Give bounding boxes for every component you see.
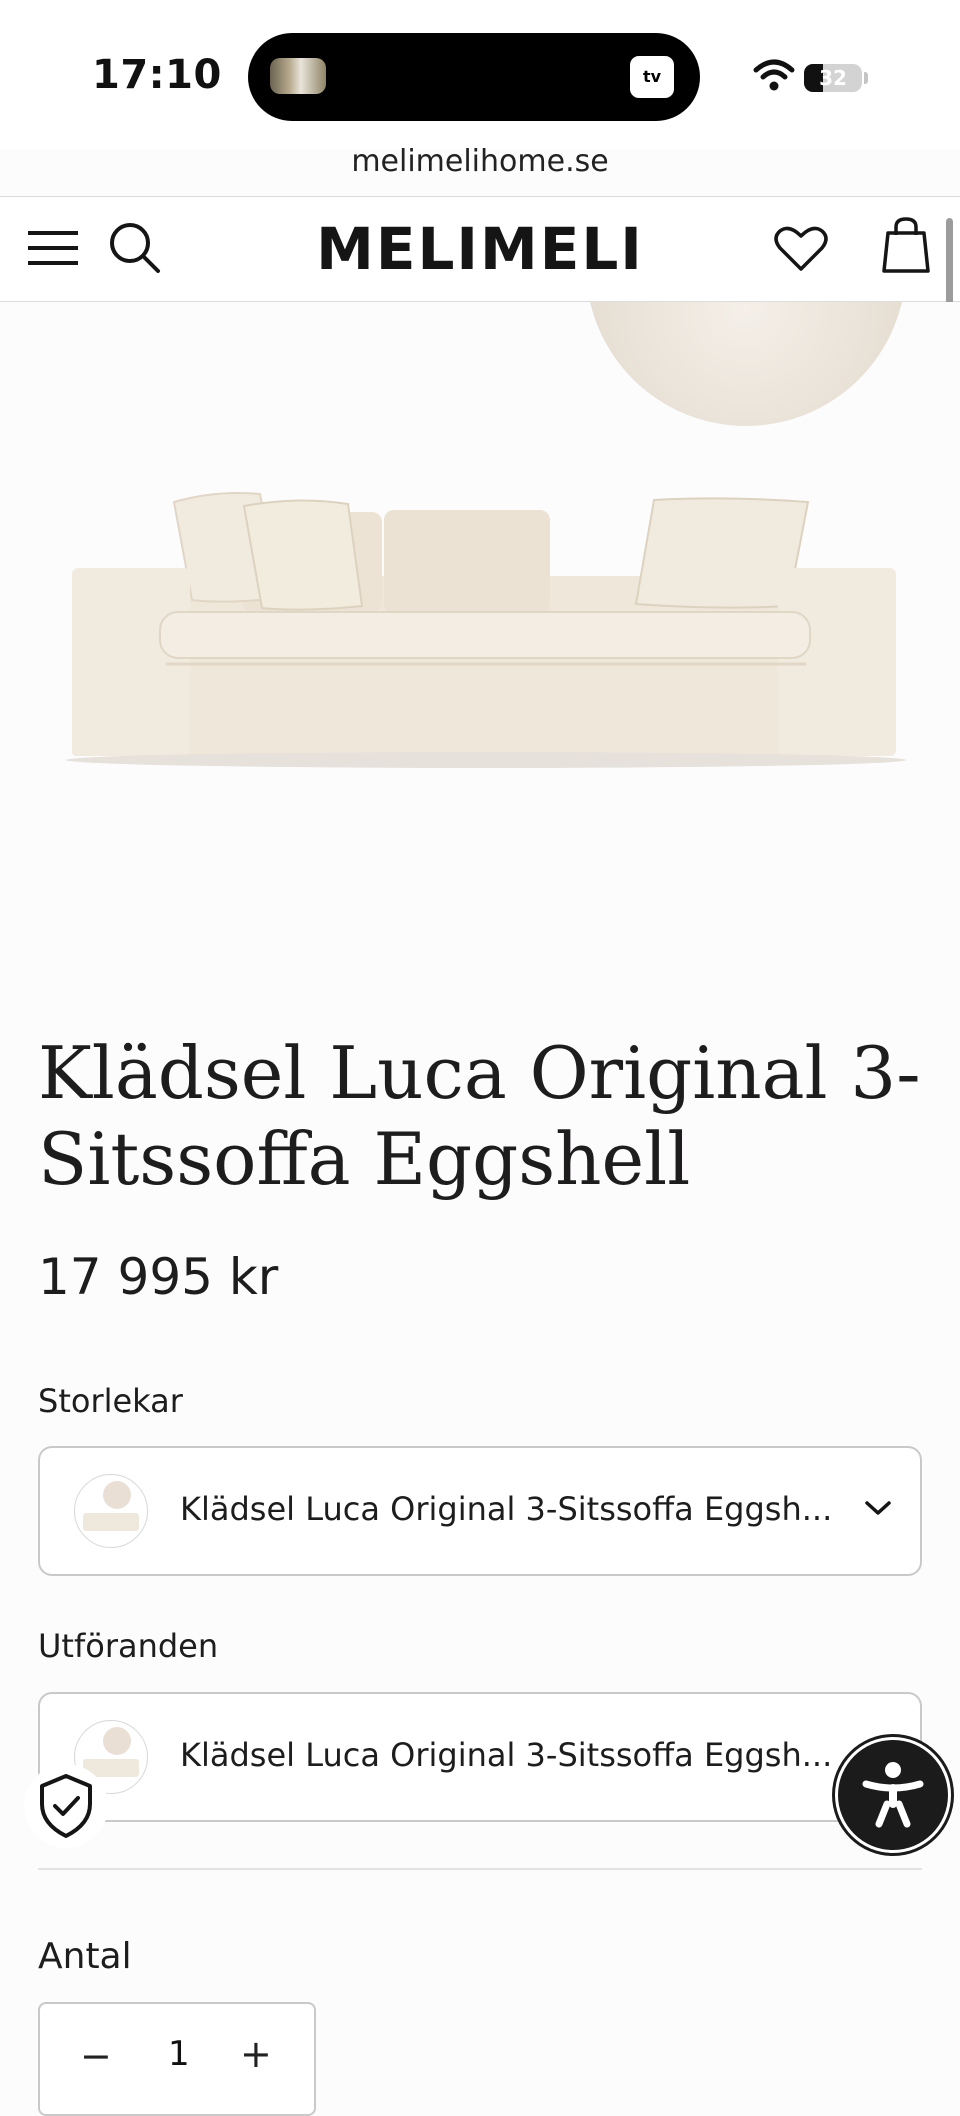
variant-select-value: Klädsel Luca Original 3-Sitssoffa Eggsh.… bbox=[180, 1736, 833, 1774]
variant-label: Utföranden bbox=[38, 1627, 219, 1665]
size-thumbnail bbox=[74, 1474, 148, 1548]
thumbnail-swatch bbox=[103, 1481, 131, 1509]
accessibility-button[interactable] bbox=[838, 1740, 948, 1850]
battery-icon: 32 bbox=[804, 64, 862, 92]
heart-icon[interactable] bbox=[774, 225, 828, 273]
dynamic-island[interactable]: tv bbox=[248, 33, 700, 121]
status-bar: 17:10 tv 32 melimelihome.se bbox=[0, 0, 960, 179]
fabric-swatch-image bbox=[586, 302, 906, 426]
size-select[interactable]: Klädsel Luca Original 3-Sitssoffa Eggsh.… bbox=[38, 1446, 922, 1576]
battery-tip bbox=[864, 72, 868, 84]
product-price: 17 995 kr bbox=[38, 1248, 279, 1306]
size-select-value: Klädsel Luca Original 3-Sitssoffa Eggsh.… bbox=[180, 1490, 833, 1528]
product-image[interactable] bbox=[0, 302, 960, 822]
thumbnail-swatch bbox=[103, 1727, 131, 1755]
section-divider bbox=[38, 1868, 922, 1870]
decrease-quantity-button[interactable]: − bbox=[80, 2034, 112, 2078]
apple-tv-icon: tv bbox=[630, 56, 674, 98]
address-bar-url[interactable]: melimelihome.se bbox=[0, 144, 960, 179]
product-title: Klädsel Luca Original 3-Sitssoffa Eggshe… bbox=[38, 1031, 921, 1201]
increase-quantity-button[interactable]: + bbox=[240, 2032, 272, 2076]
quantity-label: Antal bbox=[38, 1936, 132, 1977]
sofa-image bbox=[66, 492, 906, 768]
accessibility-icon bbox=[862, 1762, 924, 1828]
search-icon[interactable] bbox=[108, 221, 162, 275]
wifi-icon bbox=[753, 59, 795, 91]
thumbnail-sofa bbox=[83, 1513, 139, 1531]
battery-level: 32 bbox=[819, 66, 847, 90]
site-header: MELIMELI bbox=[0, 196, 960, 302]
site-logo[interactable]: MELIMELI bbox=[300, 215, 660, 283]
variant-select[interactable]: Klädsel Luca Original 3-Sitssoffa Eggsh.… bbox=[38, 1692, 922, 1822]
shopping-bag-icon[interactable] bbox=[882, 217, 930, 273]
trust-badge[interactable] bbox=[24, 1764, 108, 1848]
chevron-down-icon bbox=[865, 1501, 891, 1515]
size-label: Storlekar bbox=[38, 1382, 183, 1420]
tv-badge-text: tv bbox=[642, 67, 662, 86]
now-playing-thumbnail bbox=[270, 58, 326, 94]
menu-icon[interactable] bbox=[28, 227, 78, 269]
quantity-value[interactable]: 1 bbox=[168, 2034, 190, 2074]
shield-check-icon bbox=[40, 1774, 92, 1838]
quantity-stepper: − 1 + bbox=[38, 2002, 316, 2116]
status-time: 17:10 bbox=[92, 52, 222, 98]
